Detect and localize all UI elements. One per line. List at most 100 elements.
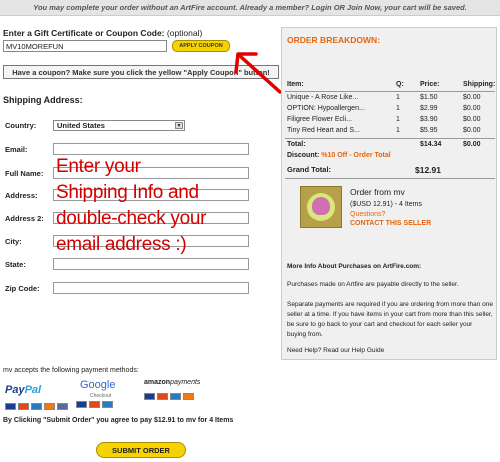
coupon-label-text: Enter a Gift Certificate or Coupon Code: [3, 28, 165, 38]
mastercard-icon [89, 401, 100, 408]
submit-order-button[interactable]: SUBMIT ORDER [96, 442, 186, 458]
contact-seller-link[interactable]: CONTACT THIS SELLER [350, 220, 431, 227]
coupon-code-input[interactable] [3, 40, 167, 52]
annotation-line: Enter your [56, 156, 141, 177]
item-q: 1 [396, 105, 400, 112]
chevron-down-icon: ▼ [175, 122, 183, 129]
coupon-label: Enter a Gift Certificate or Coupon Code:… [3, 28, 202, 38]
payment-agreement-text: By Clicking "Submit Order" you agree to … [3, 417, 234, 424]
visa-card-icon [5, 403, 16, 410]
help-link[interactable]: Need Help? Read our Help Guide [287, 346, 493, 356]
mastercard-icon [18, 403, 29, 410]
order-breakdown-panel: ORDER BREAKDOWN: Item: Q: Price: Shippin… [281, 27, 497, 360]
discount-label: Discount: [287, 152, 320, 159]
item-price: $2.99 [420, 105, 438, 112]
annotation-line: double-check your [56, 208, 207, 229]
annotation-line: email address :) [56, 234, 187, 255]
item-name: Unique - A Rose Like... [287, 94, 359, 101]
echeck-icon [57, 403, 68, 410]
handwritten-annotation: Enter your Shipping Info and double-chec… [56, 154, 256, 258]
state-field[interactable] [53, 258, 249, 270]
item-price: $3.90 [420, 116, 438, 123]
grand-total-label: Grand Total: [287, 165, 332, 174]
annotation-line: Shipping Info and [56, 182, 199, 203]
amazon-logo-text-a: amazon [144, 379, 171, 386]
country-select[interactable]: United States ▼ [53, 120, 185, 131]
divider [285, 178, 495, 179]
col-item-header: Item: [287, 81, 304, 88]
shipping-address-title: Shipping Address: [3, 95, 83, 105]
table-row: Unique - A Rose Like... 1 $1.50 $0.00 [285, 94, 495, 104]
subtotal-shipping: $0.00 [463, 141, 481, 148]
google-checkout-logo: Google [80, 379, 116, 391]
item-q: 1 [396, 127, 400, 134]
divider [285, 91, 495, 92]
col-shipping-header: Shipping: [463, 81, 496, 88]
paypal-card-icons [5, 403, 68, 410]
amazon-card-icons [144, 393, 194, 400]
discover-card-icon [183, 393, 194, 400]
discount-value: %10 Off - Order Total [321, 152, 391, 159]
info-title: More Info About Purchases on ArtFire.com… [287, 263, 422, 270]
discover-card-icon [44, 403, 55, 410]
item-name: OPTION: Hypoallergen... [287, 105, 365, 112]
subtotal-row: Total: $14.34 $0.00 [285, 141, 495, 151]
table-row: Tiny Red Heart and S... 1 $5.95 $0.00 [285, 127, 495, 137]
payment-methods-label: mv accepts the following payment methods… [3, 367, 139, 374]
order-table-header: Item: Q: Price: Shipping: [285, 81, 495, 91]
amazon-logo-text-b: payments [170, 379, 201, 386]
guest-checkout-banner: You may complete your order without an A… [0, 0, 500, 16]
paypal-logo-text-a: Pay [5, 384, 25, 396]
google-card-icons [76, 401, 113, 408]
divider [285, 138, 495, 139]
address2-label: Address 2: [5, 214, 44, 223]
col-q-header: Q: [396, 81, 404, 88]
email-label: Email: [5, 145, 28, 154]
seller-order-summary: ($USD 12.91) - 4 Items [350, 201, 422, 208]
questions-link[interactable]: Questions? [350, 211, 385, 218]
item-q: 1 [396, 94, 400, 101]
google-checkout-sub: Checkout [90, 393, 112, 399]
zip-field[interactable] [53, 282, 249, 294]
paypal-logo-text-b: Pal [24, 384, 42, 396]
amex-card-icon [31, 403, 42, 410]
state-label: State: [5, 260, 26, 269]
paypal-logo: PayPal [5, 384, 41, 396]
discount-row: Discount: %10 Off - Order Total [287, 152, 391, 159]
heart-pendant-icon [312, 197, 330, 215]
amazon-payments-logo: amazonpayments [144, 379, 200, 386]
product-thumbnail[interactable] [300, 186, 342, 228]
coupon-optional-text: (optional) [166, 28, 203, 38]
visa-card-icon [144, 393, 155, 400]
seller-order-title: Order from mv [350, 187, 405, 197]
order-breakdown-title: ORDER BREAKDOWN: [287, 35, 381, 45]
info-paragraph: Purchases made on Artfire are payable di… [287, 281, 459, 288]
item-price: $5.95 [420, 127, 438, 134]
info-paragraph: Separate payments are required if you ar… [287, 301, 493, 338]
amex-card-icon [102, 401, 113, 408]
amex-card-icon [170, 393, 181, 400]
mastercard-icon [157, 393, 168, 400]
item-shipping: $0.00 [463, 127, 481, 134]
visa-card-icon [76, 401, 87, 408]
table-row: Filigree Flower Ecli... 1 $3.90 $0.00 [285, 116, 495, 126]
item-q: 1 [396, 116, 400, 123]
country-select-value: United States [57, 121, 105, 130]
red-arrow-annotation [234, 52, 282, 94]
apply-coupon-button[interactable]: APPLY COUPON [172, 40, 230, 52]
fullname-label: Full Name: [5, 169, 44, 178]
col-price-header: Price: [420, 81, 440, 88]
grand-total-value: $12.91 [415, 165, 441, 175]
item-shipping: $0.00 [463, 105, 481, 112]
item-shipping: $0.00 [463, 116, 481, 123]
table-row: OPTION: Hypoallergen... 1 $2.99 $0.00 [285, 105, 495, 115]
subtotal-label: Total: [287, 141, 306, 148]
country-label: Country: [5, 121, 37, 130]
city-label: City: [5, 237, 22, 246]
item-shipping: $0.00 [463, 94, 481, 101]
item-name: Filigree Flower Ecli... [287, 116, 352, 123]
subtotal-value: $14.34 [420, 141, 442, 148]
item-price: $1.50 [420, 94, 438, 101]
item-name: Tiny Red Heart and S... [287, 127, 360, 134]
zip-label: Zip Code: [5, 284, 40, 293]
